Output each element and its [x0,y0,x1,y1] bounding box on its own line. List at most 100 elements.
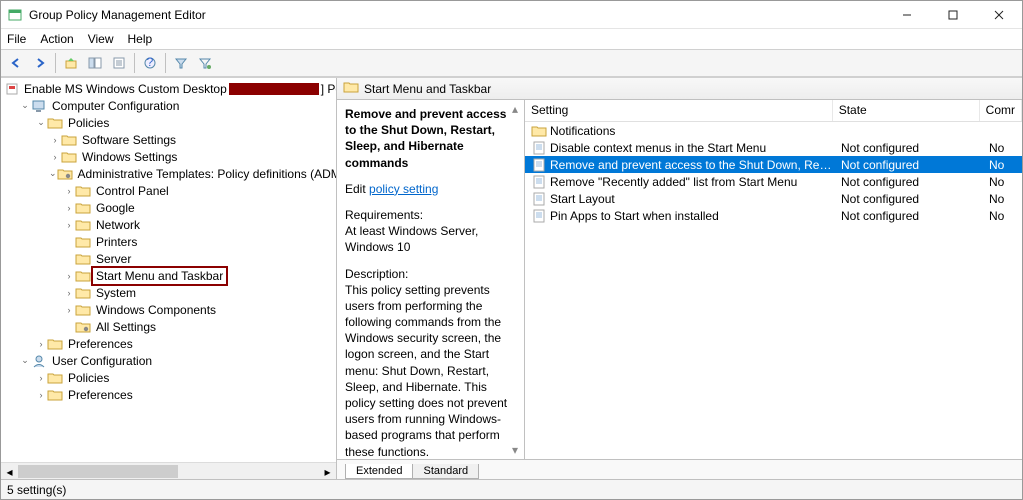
expander-icon[interactable]: › [63,271,75,281]
menu-view[interactable]: View [88,32,114,46]
expander-icon[interactable]: ⌄ [35,117,47,128]
folder-icon [47,336,63,352]
tree-item[interactable]: › Control Panel [1,182,336,199]
tree-horizontal-scrollbar[interactable]: ◂ ▸ [1,462,336,479]
show-hide-tree-button[interactable] [84,52,106,74]
list-rows[interactable]: NotificationsDisable context menus in th… [525,122,1022,459]
column-setting[interactable]: Setting [525,100,833,121]
menu-file[interactable]: File [7,32,26,46]
list-item[interactable]: Disable context menus in the Start MenuN… [525,139,1022,156]
tree-item-label: System [94,286,138,300]
tree-item-label: Server [94,252,133,266]
tree-item-label: Administrative Templates: Policy definit… [76,167,337,181]
expander-icon[interactable]: › [35,339,47,349]
scroll-right-icon[interactable]: ▸ [319,463,336,479]
forward-button[interactable] [29,52,51,74]
tree-item[interactable]: ⌄Computer Configuration [1,97,336,114]
scroll-thumb[interactable] [18,465,178,478]
properties-button[interactable] [108,52,130,74]
right-pane: Start Menu and Taskbar Remove and preven… [337,78,1022,479]
column-state[interactable]: State [833,100,980,121]
expander-icon[interactable]: › [63,305,75,315]
expander-icon[interactable]: › [63,203,75,213]
menu-help[interactable]: Help [128,32,153,46]
menu-action[interactable]: Action [40,32,73,46]
up-button[interactable] [60,52,82,74]
tree-item[interactable]: ›Start Menu and Taskbar [1,267,336,284]
minimize-button[interactable] [884,1,930,28]
tabs: Extended Standard [337,459,1022,479]
tree-item-label: Software Settings [80,133,178,147]
tree-item[interactable]: ›Windows Settings [1,148,336,165]
status-text: 5 setting(s) [7,483,66,497]
user-icon [31,353,47,369]
tree-item[interactable]: › System [1,284,336,301]
tree-item[interactable]: ⌄ Administrative Templates: Policy defini… [1,165,336,182]
expander-icon[interactable]: › [35,390,47,400]
maximize-button[interactable] [930,1,976,28]
tab-standard[interactable]: Standard [412,464,479,479]
tree-item[interactable]: All Settings [1,318,336,335]
main-content: Enable MS Windows Custom Desktop] Policy… [1,77,1022,479]
setting-state: Not configured [835,158,983,172]
tree-item[interactable]: › Windows Components [1,301,336,318]
list-item[interactable]: Notifications [525,122,1022,139]
setting-comment: No [983,158,1022,172]
tree-pane[interactable]: Enable MS Windows Custom Desktop] Policy… [1,78,337,479]
expander-icon[interactable]: › [49,152,61,162]
help-button[interactable]: ? [139,52,161,74]
scroll-down-icon[interactable]: ▾ [508,443,522,457]
expander-icon[interactable]: › [63,186,75,196]
list-item[interactable]: Remove "Recently added" list from Start … [525,173,1022,190]
folder-icon [75,234,91,250]
tree-item[interactable]: ›Google [1,199,336,216]
list-item[interactable]: Pin Apps to Start when installedNot conf… [525,207,1022,224]
setting-comment: No [983,175,1022,189]
expander-icon[interactable]: ⌄ [19,100,31,111]
folder-icon [75,268,91,284]
column-comment[interactable]: Comr [980,100,1022,121]
tree-item-label: Printers [94,235,139,249]
scroll-left-icon[interactable]: ◂ [1,463,18,479]
setting-name: Notifications [550,124,835,138]
back-button[interactable] [5,52,27,74]
tree-root[interactable]: Enable MS Windows Custom Desktop] Policy [1,80,336,97]
folder-icon [61,149,77,165]
expander-icon[interactable]: › [63,288,75,298]
tree-item[interactable]: ⌄Policies [1,114,336,131]
folder-icon [75,302,91,318]
tab-extended[interactable]: Extended [345,464,413,479]
tree-item[interactable]: › Preferences [1,386,336,403]
tree-item[interactable]: ›Preferences [1,335,336,352]
tree-item-label: Control Panel [94,184,171,198]
expander-icon[interactable]: › [63,220,75,230]
expander-icon[interactable]: › [49,135,61,145]
description-pane: Remove and prevent access to the Shut Do… [337,100,525,459]
setting-comment: No [983,141,1022,155]
scroll-up-icon[interactable]: ▴ [508,102,522,116]
filter-options-button[interactable] [194,52,216,74]
filter-button[interactable] [170,52,192,74]
tree-item[interactable]: ›Policies [1,369,336,386]
tree-item[interactable]: Printers [1,233,336,250]
list-item[interactable]: Remove and prevent access to the Shut Do… [525,156,1022,173]
requirements-label: Requirements: [345,208,423,222]
close-button[interactable] [976,1,1022,28]
policy-icon [531,191,547,207]
expander-icon[interactable]: ⌄ [19,355,31,366]
folder-gear-icon [57,166,73,182]
tree-item-label: Preferences [66,388,135,402]
list-header: Setting State Comr [525,100,1022,122]
tree-item[interactable]: ⌄User Configuration [1,352,336,369]
requirements-text: At least Windows Server, Windows 10 [345,224,478,254]
expander-icon[interactable]: ⌄ [49,168,57,179]
edit-policy-link[interactable]: policy setting [369,182,438,196]
tree-item[interactable]: › Software Settings [1,131,336,148]
expander-icon[interactable]: › [35,373,47,383]
tree-item[interactable]: Server [1,250,336,267]
folder-icon [75,285,91,301]
list-item[interactable]: Start LayoutNot configuredNo [525,190,1022,207]
tree-item[interactable]: ›Network [1,216,336,233]
tree-item-label: Windows Components [94,303,218,317]
svg-text:?: ? [147,56,154,69]
